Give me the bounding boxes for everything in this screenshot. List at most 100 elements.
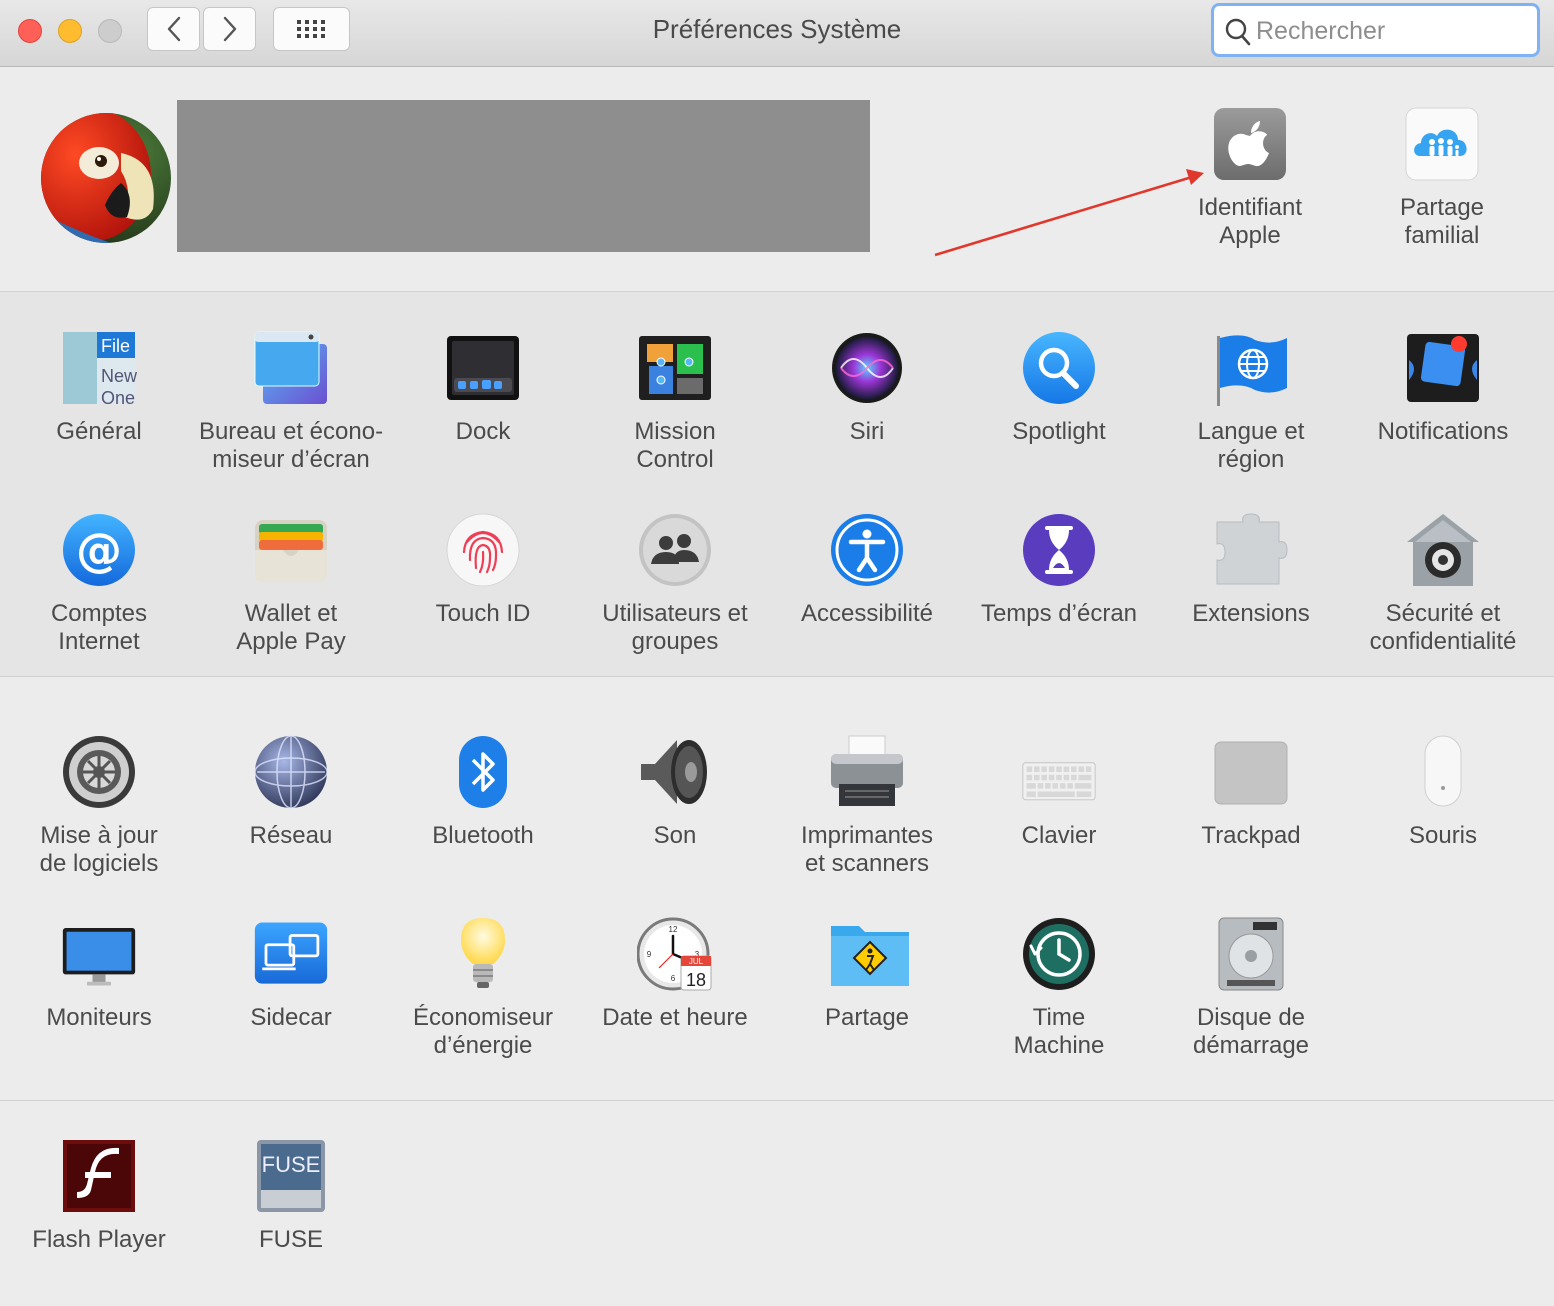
pane-label: Bluetooth [432,822,534,849]
fuse-icon: FUSE [253,1138,329,1214]
account-name-redacted [177,100,870,252]
siri-icon [829,330,905,406]
pane-label: Siri [849,418,885,445]
pane-dock[interactable]: Dock [387,330,579,446]
pane-time-machine[interactable]: Time Machine [963,916,1155,1060]
startup-disk-icon [1213,916,1289,992]
date-time-icon: 12 3 6 9 JUL 18 [636,916,713,992]
pane-label: Sécurité et confidentialité [1369,600,1517,655]
bluetooth-icon [445,734,521,810]
accessibility-icon [829,512,905,588]
pane-trackpad[interactable]: Trackpad [1155,734,1347,850]
screen-time-icon [1021,512,1097,588]
pane-general[interactable]: File New One Général [3,330,195,446]
pane-mouse[interactable]: Souris [1347,734,1539,850]
pane-energy-saver[interactable]: Économiseur d’énergie [387,916,579,1060]
printers-scanners-icon [829,734,905,810]
touch-id-icon [445,512,521,588]
title-bar: Préférences Système [0,0,1554,67]
family-sharing-icon [1404,106,1480,182]
svg-text:6: 6 [671,974,676,983]
sound-icon [637,734,713,810]
pane-desktop-screensaver[interactable]: Bureau et écono- miseur d’écran [195,330,387,474]
pane-label: FUSE [258,1226,323,1253]
pane-users-groups[interactable]: Utilisateurs et groupes [579,512,771,656]
pane-label: Souris [1408,822,1478,849]
pane-printers-scanners[interactable]: Imprimantes et scanners [771,734,963,878]
dock-icon [445,330,521,406]
wallet-icon [253,512,329,588]
pane-touch-id[interactable]: Touch ID [387,512,579,628]
pane-label: Imprimantes et scanners [800,822,934,877]
sharing-icon [829,916,909,992]
pane-notifications[interactable]: Notifications [1347,330,1539,446]
pane-accessibility[interactable]: Accessibilité [771,512,963,628]
energy-saver-icon [445,916,521,992]
pane-label: Clavier [1021,822,1097,849]
pane-extensions[interactable]: Extensions [1155,512,1347,628]
pane-label: Date et heure [602,1004,748,1031]
pane-bluetooth[interactable]: Bluetooth [387,734,579,850]
calendar-month: JUL [689,957,704,966]
network-icon [253,734,329,810]
pane-startup-disk[interactable]: Disque de démarrage [1155,916,1347,1060]
pane-label: Temps d’écran [980,600,1138,627]
pane-sound[interactable]: Son [579,734,771,850]
pane-label: Identifiant Apple [1197,194,1303,249]
pane-label: Wallet et Apple Pay [236,600,346,655]
general-icon-text: File [101,336,130,356]
avatar[interactable] [41,113,171,243]
flash-player-icon [61,1138,137,1214]
pane-sharing[interactable]: Partage [771,916,963,1032]
pane-screen-time[interactable]: Temps d’écran [963,512,1155,628]
pane-label: Réseau [249,822,333,849]
apple-id-icon [1212,106,1288,182]
pane-network[interactable]: Réseau [195,734,387,850]
pane-keyboard[interactable]: Clavier [963,734,1155,850]
mission-control-icon [637,330,713,406]
pane-label: Partage [824,1004,910,1031]
pane-spotlight[interactable]: Spotlight [963,330,1155,446]
pane-label: Partage familial [1399,194,1485,249]
time-machine-icon [1021,916,1097,992]
keyboard-icon [1021,734,1097,810]
pane-label: Extensions [1192,600,1310,627]
pane-label: Général [56,418,142,445]
displays-icon [61,916,137,992]
pane-software-update[interactable]: Mise à jour de logiciels [3,734,195,878]
sidecar-icon [253,916,329,992]
svg-text:12: 12 [669,925,678,934]
pane-security-privacy[interactable]: Sécurité et confidentialité [1347,512,1539,656]
pane-label: Utilisateurs et groupes [602,600,748,655]
pane-flash-player[interactable]: Flash Player [3,1138,195,1254]
pane-date-time[interactable]: 12 3 6 9 JUL 18 Date et heure [579,916,771,1032]
pane-language-region[interactable]: Langue et région [1155,330,1347,474]
pane-label: Bureau et écono- miseur d’écran [198,418,384,473]
pane-internet-accounts[interactable]: @ Comptes Internet [3,512,195,656]
general-icon: File New One [61,330,138,408]
pane-label: Disque de démarrage [1192,1004,1310,1059]
pane-label: Économiseur d’énergie [412,1004,554,1059]
general-icon-text: New [101,366,137,386]
pane-siri[interactable]: Siri [771,330,963,446]
search-icon [1225,18,1251,46]
pane-label: Accessibilité [800,600,934,627]
pane-sidecar[interactable]: Sidecar [195,916,387,1032]
svg-text:@: @ [76,523,122,577]
system-preferences-window: Préférences Système Rechercher Identifia… [0,0,1554,1306]
general-icon-text: One [101,388,135,406]
pane-apple-id[interactable]: Identifiant Apple [1154,106,1346,250]
desktop-screensaver-icon [253,330,329,406]
pane-fuse[interactable]: FUSE FUSE [195,1138,387,1254]
security-privacy-icon [1405,512,1481,588]
pane-displays[interactable]: Moniteurs [3,916,195,1032]
fuse-icon-text: FUSE [262,1152,321,1177]
search-field[interactable] [1211,3,1540,57]
pane-family-sharing[interactable]: Partage familial [1346,106,1538,250]
pane-wallet[interactable]: Wallet et Apple Pay [195,512,387,656]
users-groups-icon [637,512,713,588]
svg-text:9: 9 [647,950,652,959]
pane-label: Trackpad [1201,822,1301,849]
pane-mission-control[interactable]: Mission Control [579,330,771,474]
search-input[interactable] [1254,12,1528,50]
